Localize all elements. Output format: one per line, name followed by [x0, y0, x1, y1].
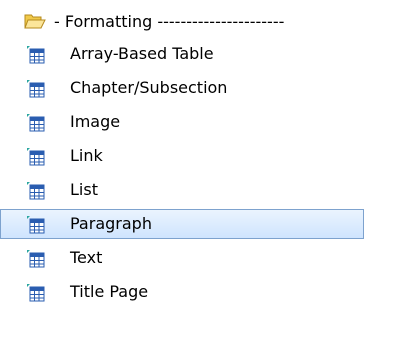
tree-item-list[interactable]: List — [0, 175, 394, 205]
tree-item-label: Chapter/Subsection — [70, 78, 228, 97]
folder-open-icon — [24, 14, 46, 29]
tree-item-image[interactable]: Image — [0, 107, 394, 137]
selection-highlight — [0, 209, 364, 239]
tree-item-paragraph[interactable]: Paragraph — [0, 209, 394, 239]
table-icon — [27, 148, 45, 166]
tree-item-label: Paragraph — [70, 214, 152, 233]
tree-item-label: Link — [70, 146, 103, 165]
tree-item-link[interactable]: Link — [0, 141, 394, 171]
tree-item-label: Text — [70, 248, 103, 267]
tree-item-label: Title Page — [70, 282, 149, 301]
tree-item-label: Array-Based Table — [70, 44, 214, 63]
folder-label: - Formatting ---------------------- — [54, 12, 285, 31]
table-icon — [27, 114, 45, 132]
table-icon — [27, 216, 45, 234]
table-icon — [27, 80, 45, 98]
tree-item-chapter-subsection[interactable]: Chapter/Subsection — [0, 73, 394, 103]
tree-item-title-page[interactable]: Title Page — [0, 277, 394, 307]
tree-item-array-based-table[interactable]: Array-Based Table — [0, 39, 394, 69]
table-icon — [27, 46, 45, 64]
table-icon — [27, 284, 45, 302]
tree-item-label: Image — [70, 112, 121, 131]
tree-folder-formatting[interactable]: - Formatting ---------------------- — [0, 9, 394, 35]
tree-item-label: List — [70, 180, 98, 199]
tree-item-text[interactable]: Text — [0, 243, 394, 273]
table-icon — [27, 250, 45, 268]
table-icon — [27, 182, 45, 200]
